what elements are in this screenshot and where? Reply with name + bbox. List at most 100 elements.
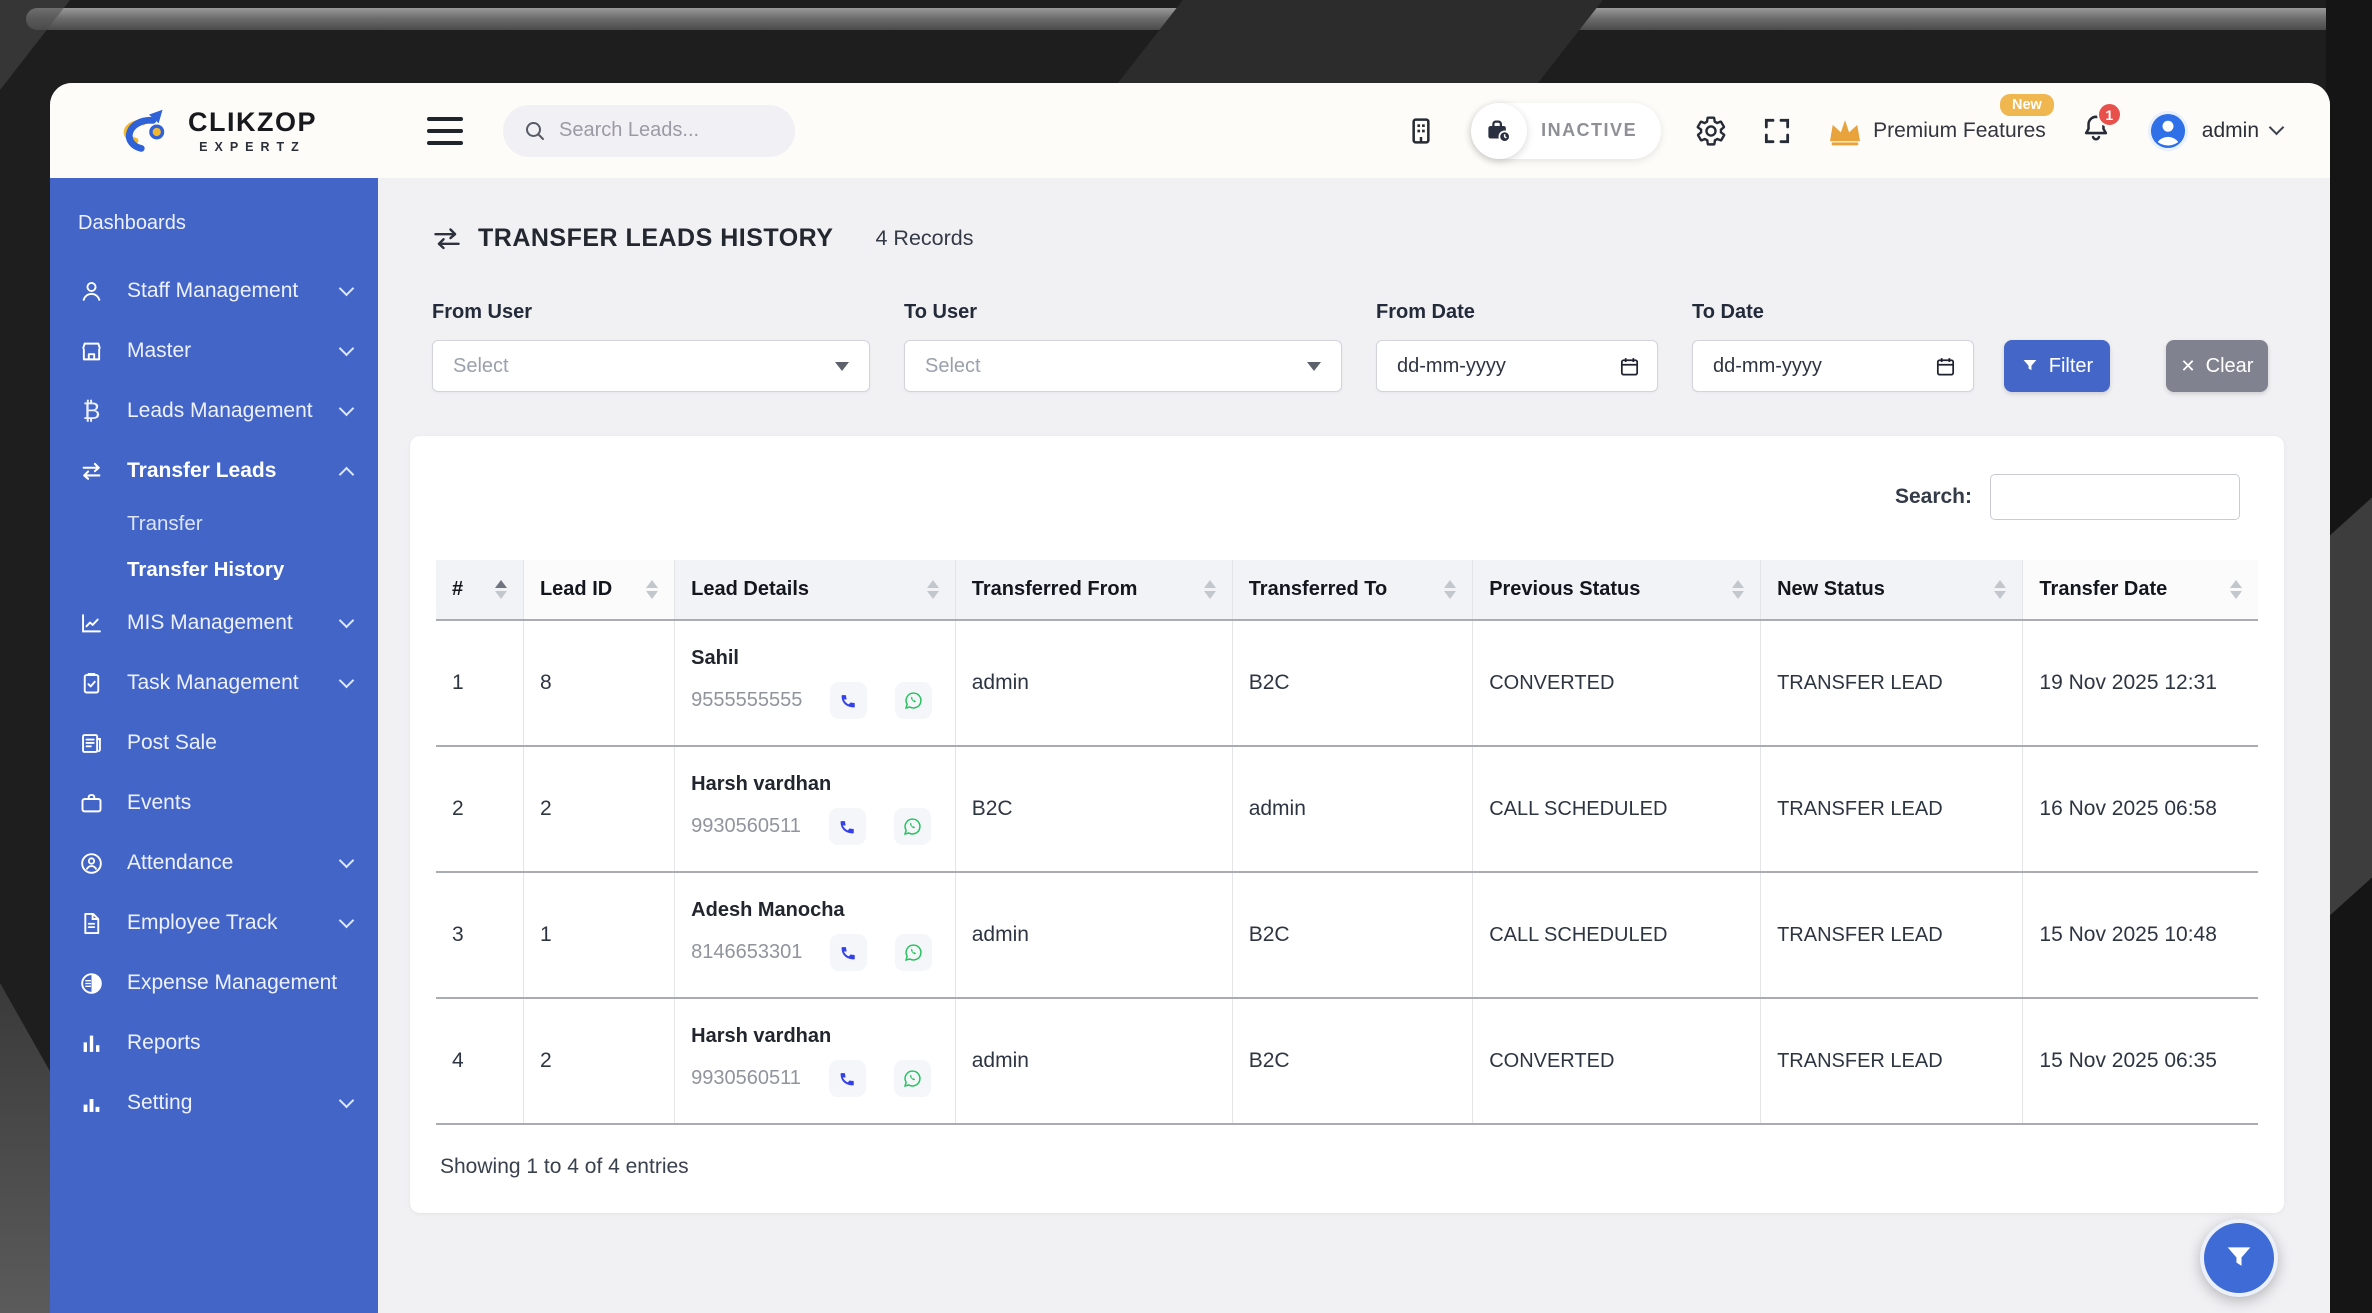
table-search-input[interactable]	[1990, 474, 2240, 520]
row-index: 3	[436, 872, 523, 998]
column-header-lead-id[interactable]: Lead ID	[523, 560, 674, 620]
lead-name: Harsh vardhan	[691, 1025, 939, 1048]
lead-id-cell: 2	[523, 998, 674, 1124]
settings-button[interactable]	[1695, 115, 1727, 147]
sidebar-subitem-transfer[interactable]: Transfer	[50, 501, 378, 547]
global-search-input[interactable]	[559, 119, 775, 142]
chevron-down-icon	[339, 341, 355, 357]
chevron-down-icon	[339, 401, 355, 417]
call-button[interactable]	[830, 934, 867, 971]
page-title-row: TRANSFER LEADS HISTORY 4 Records	[410, 224, 2284, 253]
sidebar-item-mis-management[interactable]: MIS Management	[50, 593, 378, 653]
fullscreen-button[interactable]	[1761, 115, 1793, 147]
lead-phone: 9930560511	[691, 1067, 801, 1090]
sidebar-item-attendance[interactable]: Attendance	[50, 833, 378, 893]
whatsapp-button[interactable]	[895, 934, 932, 971]
avatar-icon	[2146, 109, 2190, 153]
whatsapp-button[interactable]	[894, 808, 931, 845]
lead-name: Harsh vardhan	[691, 773, 939, 796]
sort-icon	[638, 580, 658, 599]
whatsapp-button[interactable]	[894, 1060, 931, 1097]
to-date-input[interactable]: dd-mm-yyyy	[1692, 340, 1974, 392]
table-entries-info: Showing 1 to 4 of 4 entries	[436, 1155, 2258, 1179]
sidebar-item-events[interactable]: Events	[50, 773, 378, 833]
sort-icon	[1436, 580, 1456, 599]
transfer-icon	[432, 226, 462, 252]
sidebar-item-staff-management[interactable]: Staff Management	[50, 261, 378, 321]
column-header-transfer-date[interactable]: Transfer Date	[2023, 560, 2258, 620]
whatsapp-icon	[902, 816, 923, 837]
phone-icon	[837, 1068, 858, 1089]
column-header-transferred-to[interactable]: Transferred To	[1232, 560, 1473, 620]
chevron-down-icon	[339, 613, 355, 629]
filter-fab[interactable]	[2200, 1219, 2278, 1297]
sidebar-subitem-transfer-history[interactable]: Transfer History	[50, 547, 378, 593]
column-chart-icon	[78, 1090, 105, 1117]
user-circle-icon	[78, 850, 105, 877]
sort-icon	[1986, 580, 2006, 599]
chevron-down-icon	[2269, 120, 2285, 136]
column-header-index[interactable]: #	[436, 560, 523, 620]
from-date-input[interactable]: dd-mm-yyyy	[1376, 340, 1658, 392]
sidebar-item-task-management[interactable]: Task Management	[50, 653, 378, 713]
attendance-status-pill[interactable]: INACTIVE	[1471, 103, 1661, 159]
company-button[interactable]	[1405, 115, 1437, 147]
brand-name: CLIKZOP	[188, 107, 317, 138]
sidebar-item-master[interactable]: Master	[50, 321, 378, 381]
whatsapp-icon	[903, 942, 924, 963]
new-status-cell: TRANSFER LEAD	[1761, 998, 2023, 1124]
call-button[interactable]	[829, 808, 866, 845]
to-user-select[interactable]: Select	[904, 340, 1342, 392]
sidebar-item-employee-track[interactable]: Employee Track	[50, 893, 378, 953]
sidebar-item-leads-management[interactable]: ₿ Leads Management	[50, 381, 378, 441]
user-name: admin	[2202, 119, 2259, 143]
user-menu[interactable]: admin	[2146, 109, 2282, 153]
lead-name: Sahil	[691, 647, 939, 670]
table-row: 2 2 Harsh vardhan 9930560511	[436, 746, 2258, 872]
menu-toggle-button[interactable]	[427, 117, 463, 145]
premium-features-button[interactable]: Premium Features New	[1827, 116, 2046, 146]
to-date-label: To Date	[1692, 301, 1974, 324]
column-header-transferred-from[interactable]: Transferred From	[955, 560, 1232, 620]
notifications-button[interactable]: 1	[2080, 112, 2112, 149]
bar-chart-icon	[78, 1030, 105, 1057]
column-header-new-status[interactable]: New Status	[1761, 560, 2023, 620]
lead-phone: 8146653301	[691, 941, 802, 964]
sidebar-item-transfer-leads[interactable]: Transfer Leads	[50, 441, 378, 501]
funnel-icon	[2021, 357, 2039, 375]
transfer-history-table: # Lead ID Lead Details Transferred From …	[436, 560, 2258, 1125]
lead-phone: 9930560511	[691, 815, 801, 838]
frame-decoration	[0, 983, 56, 1313]
global-search[interactable]	[503, 105, 795, 157]
sort-icon	[1196, 580, 1216, 599]
building-icon	[1405, 115, 1437, 147]
clear-button[interactable]: ✕ Clear	[2166, 340, 2268, 392]
frame-decoration	[1117, 0, 1603, 84]
column-header-lead-details[interactable]: Lead Details	[675, 560, 956, 620]
chevron-down-icon	[339, 913, 355, 929]
column-header-previous-status[interactable]: Previous Status	[1473, 560, 1761, 620]
lead-details-cell: Sahil 9555555555	[675, 620, 956, 746]
from-user-label: From User	[432, 301, 870, 324]
transferred-to-cell: B2C	[1232, 872, 1473, 998]
transferred-from-cell: admin	[955, 872, 1232, 998]
transferred-to-cell: B2C	[1232, 620, 1473, 746]
sidebar-item-post-sale[interactable]: Post Sale	[50, 713, 378, 773]
call-button[interactable]	[830, 682, 867, 719]
filter-button[interactable]: Filter	[2004, 340, 2110, 392]
user-icon	[78, 278, 105, 305]
sidebar-item-expense-management[interactable]: Expense Management	[50, 953, 378, 1013]
previous-status-cell: CALL SCHEDULED	[1473, 872, 1761, 998]
records-count: 4 Records	[875, 226, 973, 251]
from-user-select[interactable]: Select	[432, 340, 870, 392]
sidebar-item-reports[interactable]: Reports	[50, 1013, 378, 1073]
phone-icon	[837, 816, 858, 837]
whatsapp-button[interactable]	[895, 682, 932, 719]
transferred-to-cell: B2C	[1232, 998, 1473, 1124]
search-icon	[523, 119, 547, 143]
sort-icon	[919, 580, 939, 599]
sidebar-item-setting[interactable]: Setting	[50, 1073, 378, 1133]
page-title: TRANSFER LEADS HISTORY	[478, 224, 833, 253]
call-button[interactable]	[829, 1060, 866, 1097]
crown-icon	[1827, 116, 1863, 146]
